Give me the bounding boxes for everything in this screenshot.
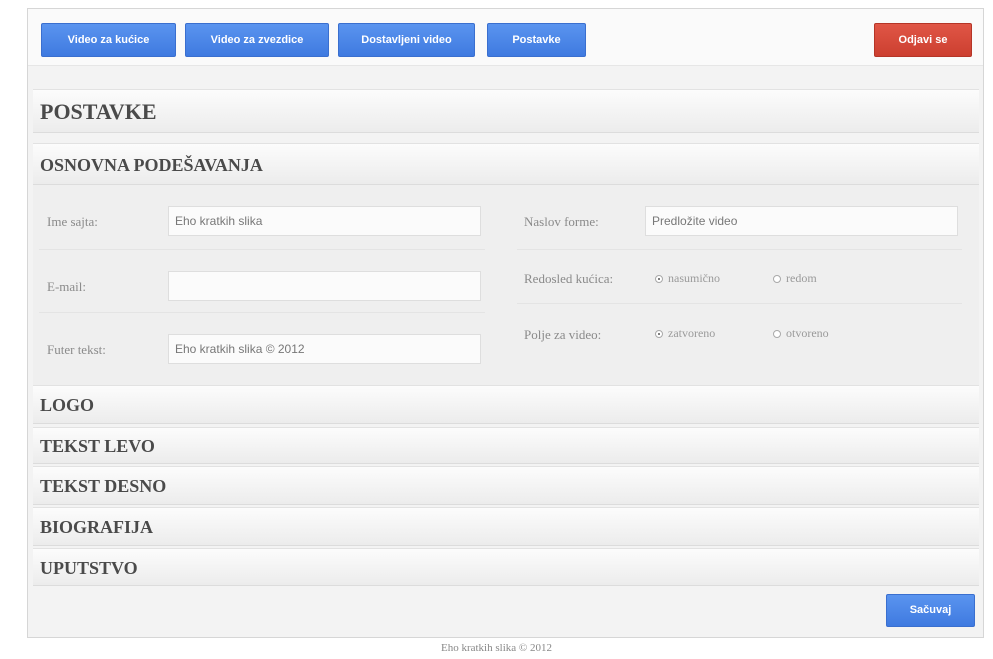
page-footer: Eho kratkih slika © 2012: [440, 642, 552, 654]
video-field-open-radio[interactable]: [773, 330, 781, 338]
house-order-random-label: nasumično: [668, 271, 720, 285]
section-logo[interactable]: LOGO: [33, 385, 979, 424]
site-name-field[interactable]: Eho kratkih slika: [168, 206, 481, 236]
house-order-label: Redosled kućica:: [524, 271, 614, 286]
section-instructions[interactable]: UPUTSTVO: [33, 548, 979, 586]
divider: [517, 249, 962, 250]
house-order-sequential-radio[interactable]: [773, 275, 781, 283]
settings-panel: Video za kućice Video za zvezdice Dostav…: [27, 8, 984, 638]
house-order-sequential-label: redom: [786, 271, 817, 285]
nav-video-stars-button[interactable]: Video za zvezdice: [185, 23, 329, 57]
save-button[interactable]: Sačuvaj: [886, 594, 975, 627]
top-navbar: Video za kućice Video za zvezdice Dostav…: [28, 9, 983, 66]
section-biography[interactable]: BIOGRAFIJA: [33, 507, 979, 546]
site-name-label: Ime sajta:: [47, 214, 98, 229]
divider: [39, 249, 485, 250]
video-field-closed-label: zatvoreno: [668, 326, 716, 340]
logout-button[interactable]: Odjavi se: [874, 23, 972, 57]
video-field-open-label: otvoreno: [786, 326, 829, 340]
divider: [39, 312, 485, 313]
nav-add-video-button[interactable]: Dostavljeni video: [338, 23, 475, 57]
basic-settings-form: Ime sajta: Eho kratkih slika E-mail: Fut…: [33, 185, 979, 385]
section-basic-settings[interactable]: OSNOVNA PODEŠAVANJA: [33, 143, 979, 185]
video-field-closed-radio[interactable]: [655, 330, 663, 338]
email-label: E-mail:: [47, 279, 86, 294]
divider: [517, 303, 962, 304]
section-text-left[interactable]: TEKST LEVO: [33, 427, 979, 464]
form-title-field[interactable]: Predložite video: [645, 206, 958, 236]
section-text-right[interactable]: TEKST DESNO: [33, 466, 979, 505]
house-order-random-radio[interactable]: [655, 275, 663, 283]
nav-settings-button[interactable]: Postavke: [487, 23, 586, 57]
form-title-label: Naslov forme:: [524, 214, 599, 229]
email-field[interactable]: [168, 271, 481, 301]
page-title: POSTAVKE: [33, 89, 979, 133]
video-field-label: Polje za video:: [524, 327, 602, 342]
footer-text-label: Futer tekst:: [47, 342, 106, 357]
nav-video-houses-button[interactable]: Video za kućice: [41, 23, 176, 57]
footer-text-field[interactable]: Eho kratkih slika © 2012: [168, 334, 481, 364]
